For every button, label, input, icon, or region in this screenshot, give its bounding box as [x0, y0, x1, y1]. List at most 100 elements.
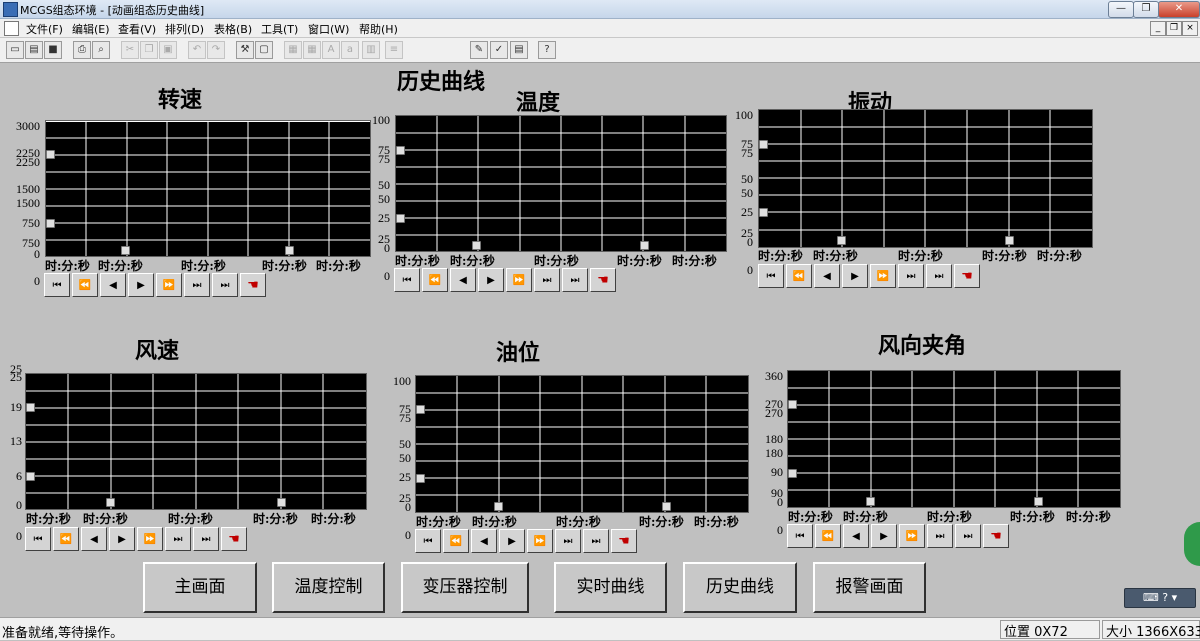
y-cursor-marker[interactable]	[396, 146, 405, 155]
last-button[interactable]: ⏭	[555, 529, 581, 553]
y-cursor-marker[interactable]	[759, 140, 768, 149]
rewind-button[interactable]: ⏪	[786, 264, 812, 288]
align-left-icon[interactable]: ▦	[284, 41, 302, 59]
rewind-button[interactable]: ⏪	[815, 524, 841, 548]
end-button[interactable]: ⏭	[212, 273, 238, 297]
x-cursor-marker[interactable]	[640, 241, 649, 250]
window-icon[interactable]: ▢	[255, 41, 273, 59]
table-icon[interactable]: ▤	[510, 41, 528, 59]
fast-forward-button[interactable]: ⏩	[506, 268, 532, 292]
x-cursor-marker[interactable]	[285, 246, 294, 255]
list-icon[interactable]: ≡	[385, 41, 403, 59]
temperature-control-button[interactable]: 温度控制	[272, 562, 385, 613]
align-center-icon[interactable]: ▦	[303, 41, 321, 59]
end-button[interactable]: ⏭	[926, 264, 952, 288]
y-cursor-marker[interactable]	[26, 472, 35, 481]
rewind-button[interactable]: ⏪	[53, 527, 79, 551]
y-cursor-marker[interactable]	[46, 150, 55, 159]
hand-icon[interactable]: ☚	[590, 268, 616, 292]
fast-forward-button[interactable]: ⏩	[156, 273, 182, 297]
step-back-button[interactable]: ◀	[843, 524, 869, 548]
mdi-close-button[interactable]: ×	[1182, 21, 1198, 36]
print-preview-icon[interactable]: ⌕	[92, 41, 110, 59]
play-button[interactable]: ▶	[499, 529, 525, 553]
mdi-minimize-button[interactable]: _	[1150, 21, 1166, 36]
text-size-icon[interactable]: a	[341, 41, 359, 59]
step-back-button[interactable]: ◀	[471, 529, 497, 553]
end-button[interactable]: ⏭	[583, 529, 609, 553]
x-cursor-marker[interactable]	[1034, 497, 1043, 506]
step-back-button[interactable]: ◀	[450, 268, 476, 292]
play-button[interactable]: ▶	[109, 527, 135, 551]
first-button[interactable]: ⏮	[758, 264, 784, 288]
fast-forward-button[interactable]: ⏩	[899, 524, 925, 548]
y-cursor-marker[interactable]	[396, 214, 405, 223]
x-cursor-marker[interactable]	[1005, 236, 1014, 245]
x-cursor-marker[interactable]	[866, 497, 875, 506]
open-icon[interactable]: ▤	[25, 41, 43, 59]
rewind-button[interactable]: ⏪	[443, 529, 469, 553]
y-cursor-marker[interactable]	[788, 469, 797, 478]
y-cursor-marker[interactable]	[46, 219, 55, 228]
y-cursor-marker[interactable]	[759, 208, 768, 217]
hand-icon[interactable]: ☚	[954, 264, 980, 288]
step-back-button[interactable]: ◀	[100, 273, 126, 297]
tools-icon[interactable]: ⚒	[236, 41, 254, 59]
play-button[interactable]: ▶	[128, 273, 154, 297]
paste-icon[interactable]: ▣	[159, 41, 177, 59]
last-button[interactable]: ⏭	[927, 524, 953, 548]
close-button[interactable]: ✕	[1158, 1, 1200, 18]
hand-icon[interactable]: ☚	[240, 273, 266, 297]
undo-icon[interactable]: ↶	[188, 41, 206, 59]
end-button[interactable]: ⏭	[955, 524, 981, 548]
play-button[interactable]: ▶	[478, 268, 504, 292]
first-button[interactable]: ⏮	[787, 524, 813, 548]
x-cursor-marker[interactable]	[472, 241, 481, 250]
new-window-icon[interactable]: ▭	[6, 41, 24, 59]
x-cursor-marker[interactable]	[106, 498, 115, 507]
last-button[interactable]: ⏭	[165, 527, 191, 551]
menu-table[interactable]: 表格(B)	[214, 21, 252, 37]
menu-help[interactable]: 帮助(H)	[359, 21, 398, 37]
menu-tools[interactable]: 工具(T)	[261, 21, 298, 37]
print-icon[interactable]: ⎙	[73, 41, 91, 59]
maximize-button[interactable]: ❐	[1133, 1, 1159, 18]
history-curve-button[interactable]: 历史曲线	[683, 562, 797, 613]
copy-icon[interactable]: ❐	[140, 41, 158, 59]
menu-view[interactable]: 查看(V)	[118, 21, 156, 37]
main-screen-button[interactable]: 主画面	[143, 562, 257, 613]
cut-icon[interactable]: ✂	[121, 41, 139, 59]
font-icon[interactable]: A	[322, 41, 340, 59]
y-cursor-marker[interactable]	[416, 474, 425, 483]
y-cursor-marker[interactable]	[416, 405, 425, 414]
last-button[interactable]: ⏭	[534, 268, 560, 292]
help-icon[interactable]: ?	[538, 41, 556, 59]
alarm-screen-button[interactable]: 报警画面	[813, 562, 926, 613]
x-cursor-marker[interactable]	[277, 498, 286, 507]
first-button[interactable]: ⏮	[415, 529, 441, 553]
menu-edit[interactable]: 编辑(E)	[72, 21, 110, 37]
play-button[interactable]: ▶	[871, 524, 897, 548]
grid-icon[interactable]: ▥	[362, 41, 380, 59]
rewind-button[interactable]: ⏪	[422, 268, 448, 292]
x-cursor-marker[interactable]	[121, 246, 130, 255]
play-button[interactable]: ▶	[842, 264, 868, 288]
end-button[interactable]: ⏭	[193, 527, 219, 551]
fast-forward-button[interactable]: ⏩	[527, 529, 553, 553]
redo-icon[interactable]: ↷	[207, 41, 225, 59]
properties-icon[interactable]: ✎	[470, 41, 488, 59]
document-icon[interactable]	[4, 21, 19, 36]
hand-icon[interactable]: ☚	[611, 529, 637, 553]
input-method-bar[interactable]: ⌨ ? ▾	[1124, 588, 1196, 608]
fast-forward-button[interactable]: ⏩	[137, 527, 163, 551]
step-back-button[interactable]: ◀	[814, 264, 840, 288]
x-cursor-marker[interactable]	[494, 502, 503, 511]
step-back-button[interactable]: ◀	[81, 527, 107, 551]
hand-icon[interactable]: ☚	[221, 527, 247, 551]
y-cursor-marker[interactable]	[788, 400, 797, 409]
floating-ball-icon[interactable]	[1184, 522, 1200, 566]
check-icon[interactable]: ✓	[490, 41, 508, 59]
menu-file[interactable]: 文件(F)	[26, 21, 63, 37]
x-cursor-marker[interactable]	[662, 502, 671, 511]
menu-window[interactable]: 窗口(W)	[308, 21, 349, 37]
